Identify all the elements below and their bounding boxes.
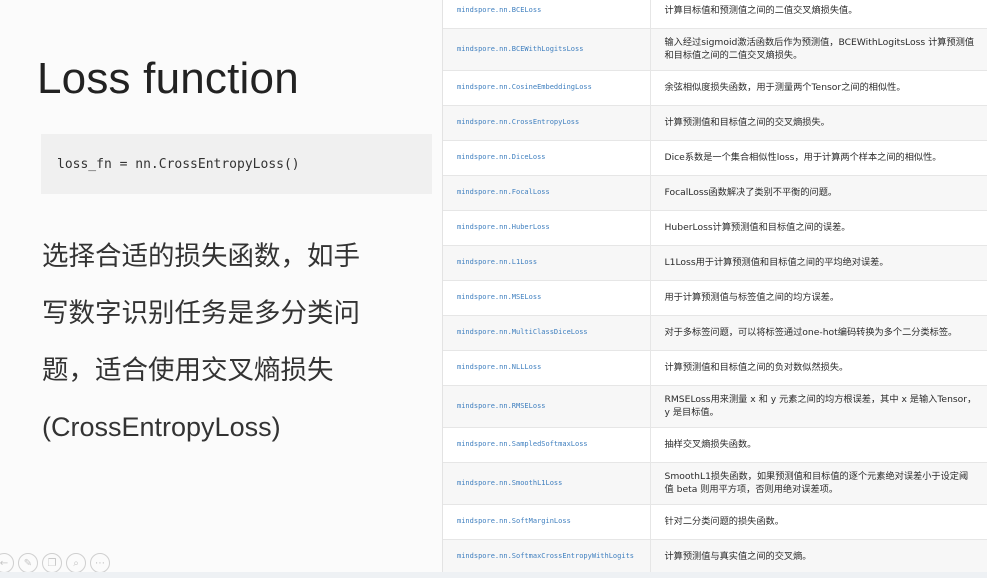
loss-description: 计算目标值和预测值之间的二值交叉熵损失值。: [650, 0, 987, 29]
loss-description: 针对二分类问题的损失函数。: [650, 504, 987, 540]
loss-api-link[interactable]: mindspore.nn.SoftMarginLoss: [443, 504, 651, 540]
table-row: mindspore.nn.MSELoss 用于计算预测值与标签值之间的均方误差。: [443, 280, 987, 316]
arrow-icon[interactable]: ←: [0, 553, 14, 573]
table-row: mindspore.nn.SmoothL1Loss SmoothL1损失函数，如果…: [443, 462, 987, 505]
more-icon[interactable]: ⋯: [90, 553, 110, 573]
loss-description: 计算预测值和目标值之间的负对数似然损失。: [650, 350, 987, 386]
zoom-icon[interactable]: ⌕: [66, 553, 86, 573]
loss-description: FocalLoss函数解决了类别不平衡的问题。: [650, 175, 987, 211]
loss-description: 抽样交叉熵损失函数。: [650, 427, 987, 463]
loss-description: 计算预测值与真实值之间的交叉熵。: [650, 539, 987, 575]
loss-api-link[interactable]: mindspore.nn.MSELoss: [443, 280, 651, 316]
slide-paragraph: 选择合适的损失函数，如手 写数字识别任务是多分类问 题，适合使用交叉熵损失 (C…: [42, 228, 432, 456]
pen-icon[interactable]: ✎: [18, 553, 38, 573]
loss-function-table-screenshot: mindspore.nn.BCELoss 计算目标值和预测值之间的二值交叉熵损失值…: [442, 0, 987, 578]
loss-description: 计算预测值和目标值之间的交叉熵损失。: [650, 105, 987, 141]
loss-api-link[interactable]: mindspore.nn.L1Loss: [443, 245, 651, 281]
loss-api-link[interactable]: mindspore.nn.SoftmaxCrossEntropyWithLogi…: [443, 539, 651, 575]
table-row: mindspore.nn.L1Loss L1Loss用于计算预测值和目标值之间的平…: [443, 245, 987, 281]
loss-api-link[interactable]: mindspore.nn.CosineEmbeddingLoss: [443, 70, 651, 106]
paragraph-line: 选择合适的损失函数，如手: [42, 241, 360, 272]
loss-description: L1Loss用于计算预测值和目标值之间的平均绝对误差。: [650, 245, 987, 281]
loss-description: SmoothL1损失函数，如果预测值和目标值的逐个元素绝对误差小于设定阈值 be…: [650, 462, 987, 505]
loss-api-link[interactable]: mindspore.nn.SmoothL1Loss: [443, 462, 651, 505]
paragraph-line: 题，适合使用交叉熵损失: [42, 355, 334, 386]
table-row: mindspore.nn.DiceLoss Dice系数是一个集合相似性loss，…: [443, 140, 987, 176]
loss-api-link[interactable]: mindspore.nn.RMSELoss: [443, 385, 651, 428]
table-row: mindspore.nn.BCEWithLogitsLoss 输入经过sigmoi…: [443, 28, 987, 71]
loss-function-table: mindspore.nn.BCELoss 计算目标值和预测值之间的二值交叉熵损失值…: [443, 0, 987, 575]
table-row: mindspore.nn.FocalLoss FocalLoss函数解决了类别不平…: [443, 175, 987, 211]
table-row: mindspore.nn.HuberLoss HuberLoss计算预测值和目标值…: [443, 210, 987, 246]
paragraph-line: 写数字识别任务是多分类问: [42, 298, 360, 329]
loss-api-link[interactable]: mindspore.nn.SampledSoftmaxLoss: [443, 427, 651, 463]
paragraph-line: (CrossEntropyLoss): [42, 412, 281, 442]
code-text: loss_fn = nn.CrossEntropyLoss(): [57, 156, 300, 172]
table-row: mindspore.nn.SoftmaxCrossEntropyWithLogi…: [443, 539, 987, 575]
table-row: mindspore.nn.NLLLoss 计算预测值和目标值之间的负对数似然损失。: [443, 350, 987, 386]
loss-api-link[interactable]: mindspore.nn.DiceLoss: [443, 140, 651, 176]
bottom-divider: [0, 572, 987, 578]
table-row: mindspore.nn.RMSELoss RMSELoss用来测量 x 和 y …: [443, 385, 987, 428]
presentation-toolbar: ← ✎ ❐ ⌕ ⋯: [0, 553, 110, 573]
table-row: mindspore.nn.MultiClassDiceLoss 对于多标签问题，可…: [443, 315, 987, 351]
loss-description: RMSELoss用来测量 x 和 y 元素之间的均方根误差，其中 x 是输入Te…: [650, 385, 987, 428]
loss-api-link[interactable]: mindspore.nn.NLLLoss: [443, 350, 651, 386]
loss-api-link[interactable]: mindspore.nn.BCEWithLogitsLoss: [443, 28, 651, 71]
slide-left-pane: Loss function loss_fn = nn.CrossEntropyL…: [0, 0, 440, 578]
loss-description: 用于计算预测值与标签值之间的均方误差。: [650, 280, 987, 316]
loss-api-link[interactable]: mindspore.nn.MultiClassDiceLoss: [443, 315, 651, 351]
table-row: mindspore.nn.SampledSoftmaxLoss 抽样交叉熵损失函数…: [443, 427, 987, 463]
table-row: mindspore.nn.BCELoss 计算目标值和预测值之间的二值交叉熵损失值…: [443, 0, 987, 29]
loss-description: 输入经过sigmoid激活函数后作为预测值，BCEWithLogitsLoss …: [650, 28, 987, 71]
table-row: mindspore.nn.SoftMarginLoss 针对二分类问题的损失函数。: [443, 504, 987, 540]
loss-api-link[interactable]: mindspore.nn.HuberLoss: [443, 210, 651, 246]
slide-title: Loss function: [37, 54, 299, 103]
code-block: loss_fn = nn.CrossEntropyLoss(): [41, 134, 432, 194]
loss-api-link[interactable]: mindspore.nn.FocalLoss: [443, 175, 651, 211]
copy-icon[interactable]: ❐: [42, 553, 62, 573]
loss-description: Dice系数是一个集合相似性loss，用于计算两个样本之间的相似性。: [650, 140, 987, 176]
loss-description: 余弦相似度损失函数，用于测量两个Tensor之间的相似性。: [650, 70, 987, 106]
table-row: mindspore.nn.CosineEmbeddingLoss 余弦相似度损失函…: [443, 70, 987, 106]
loss-description: 对于多标签问题，可以将标签通过one-hot编码转换为多个二分类标签。: [650, 315, 987, 351]
loss-api-link[interactable]: mindspore.nn.CrossEntropyLoss: [443, 105, 651, 141]
loss-api-link[interactable]: mindspore.nn.BCELoss: [443, 0, 651, 29]
table-row: mindspore.nn.CrossEntropyLoss 计算预测值和目标值之间…: [443, 105, 987, 141]
loss-description: HuberLoss计算预测值和目标值之间的误差。: [650, 210, 987, 246]
